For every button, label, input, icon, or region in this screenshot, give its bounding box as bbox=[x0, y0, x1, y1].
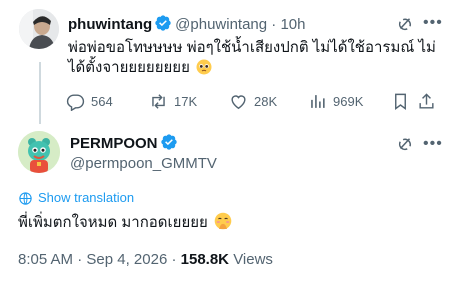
repost-count: 17K bbox=[174, 94, 198, 109]
repost-button[interactable]: 17K bbox=[149, 92, 197, 111]
like-button[interactable]: 28K bbox=[229, 92, 277, 111]
globe-icon bbox=[19, 191, 32, 205]
tweet-time[interactable]: 8:05 AM bbox=[18, 251, 73, 268]
views-icon bbox=[311, 95, 325, 108]
parent-tweet-actions: 564 17K 28K 969K bbox=[66, 92, 436, 112]
share-icon bbox=[419, 93, 434, 109]
avatar-photo bbox=[19, 9, 59, 49]
verified-badge-icon bbox=[154, 14, 172, 37]
show-translation-link[interactable]: Show translation bbox=[18, 190, 134, 206]
verified-badge-icon bbox=[160, 133, 178, 156]
bookmark-button[interactable] bbox=[391, 92, 416, 111]
separator-dot: · bbox=[77, 251, 83, 268]
reply-count: 564 bbox=[91, 94, 113, 109]
tweet-meta: 8:05 AM · Sep 4, 2026 · 158.8K Views bbox=[18, 251, 273, 269]
view-count: 969K bbox=[333, 94, 364, 109]
like-count: 28K bbox=[254, 94, 278, 109]
like-icon bbox=[231, 95, 246, 110]
tweet-date[interactable]: Sep 4, 2026 bbox=[86, 251, 167, 268]
views-button[interactable]: 969K bbox=[308, 92, 363, 111]
main-author-name-text: PERMPOON bbox=[70, 135, 158, 152]
author-name[interactable]: phuwintang bbox=[68, 16, 152, 33]
parent-tweet-body: พ่อพ่อขอโทษษษษ พ่อๆใช้น้ำเสียงปกติ ไม่ได… bbox=[68, 39, 436, 76]
main-author-handle[interactable]: @permpoon_GMMTV bbox=[70, 155, 217, 173]
reply-icon bbox=[66, 94, 85, 111]
grok-icon[interactable] bbox=[396, 135, 414, 158]
main-tweet-text: พี่เพิ่มตกใจหมด มากอดเยยยย bbox=[18, 212, 232, 237]
views-label: Views bbox=[233, 251, 273, 268]
parent-tweet-text: พ่อพ่อขอโทษษษษ พ่อๆใช้น้ำเสียงปกติ ไม่ได… bbox=[68, 38, 443, 81]
parent-tweet-header: phuwintang @phuwintang · 10h bbox=[68, 14, 306, 37]
grok-icon[interactable] bbox=[396, 15, 414, 38]
avatar-photo bbox=[18, 131, 60, 173]
bookmark-icon bbox=[395, 93, 406, 111]
more-icon[interactable]: ••• bbox=[423, 136, 443, 152]
reply-button[interactable]: 564 bbox=[66, 92, 113, 111]
share-button[interactable] bbox=[417, 92, 442, 111]
avatar-phuwintang[interactable] bbox=[19, 9, 59, 49]
main-author-name[interactable]: PERMPOON bbox=[70, 133, 181, 156]
show-translation-label: Show translation bbox=[38, 190, 135, 205]
repost-icon bbox=[152, 94, 165, 109]
thread-connector bbox=[39, 62, 41, 124]
separator-dot: · bbox=[171, 251, 177, 268]
blushing-hands-face-emoji-icon bbox=[214, 212, 232, 237]
tweet-time[interactable]: 10h bbox=[280, 16, 305, 33]
author-handle[interactable]: @phuwintang bbox=[175, 16, 267, 33]
views-count[interactable]: 158.8K bbox=[181, 251, 229, 268]
avatar-permpoon[interactable] bbox=[18, 131, 60, 173]
pleading-face-emoji-icon bbox=[196, 59, 212, 81]
main-tweet-body: พี่เพิ่มตกใจหมด มากอดเยยยย bbox=[18, 214, 208, 231]
more-icon[interactable]: ••• bbox=[423, 15, 443, 31]
separator-dot: · bbox=[271, 16, 277, 33]
